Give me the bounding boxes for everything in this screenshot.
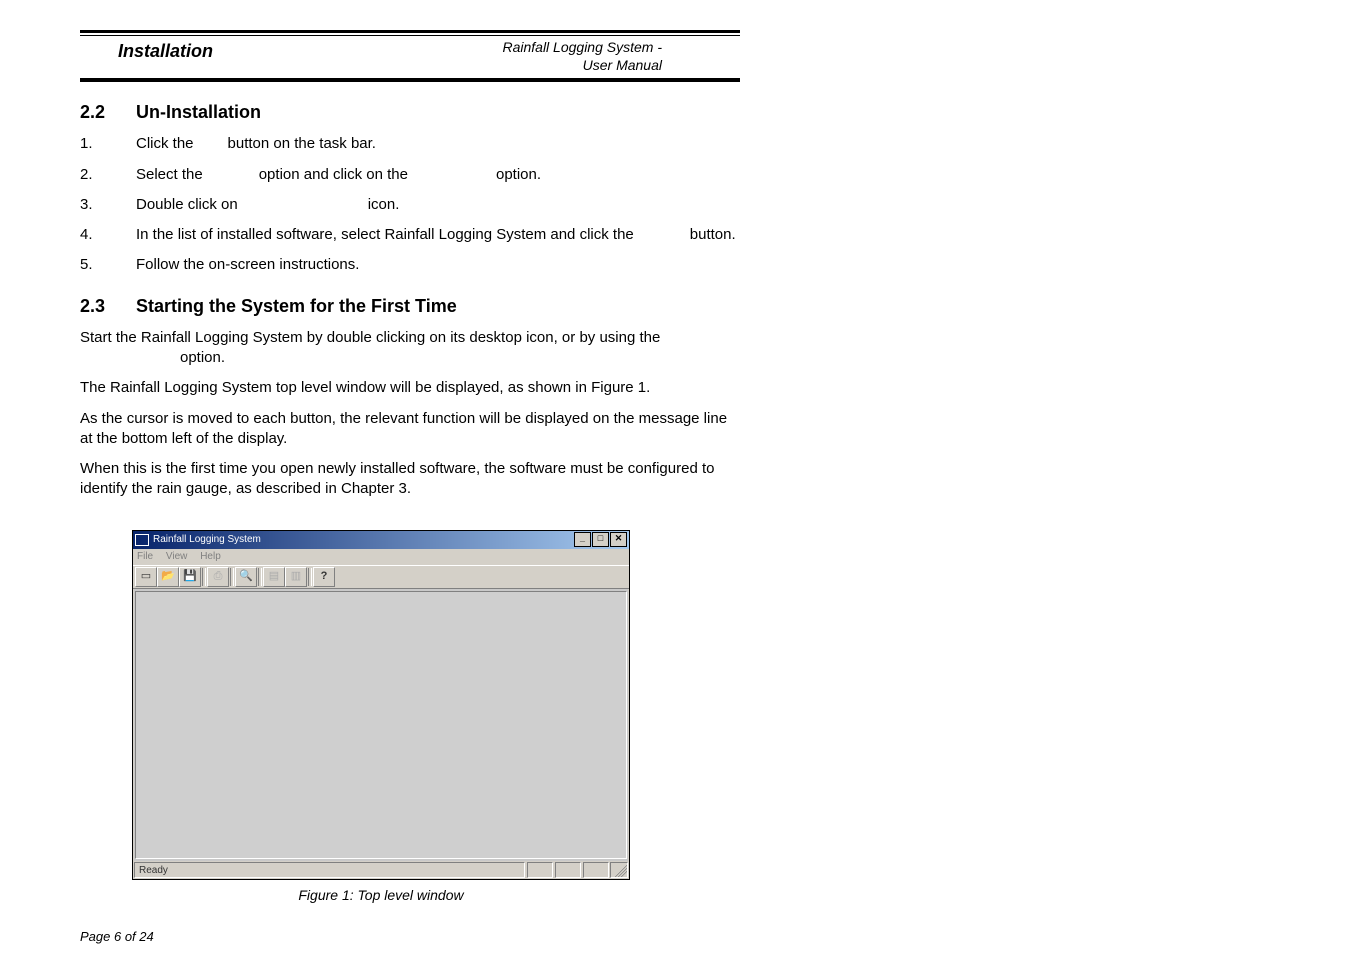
list-item: 1. Click the button on the task bar. — [80, 134, 740, 154]
text-fragment: option. — [496, 166, 541, 183]
text-fragment: button on the task bar. — [228, 135, 376, 152]
toolbar-separator — [202, 568, 206, 586]
menu-help[interactable]: Help — [200, 551, 221, 562]
status-cell — [527, 862, 553, 878]
page-header: Installation Rainfall Logging System - U… — [80, 36, 740, 78]
paragraph: Start the Rainfall Logging System by dou… — [80, 328, 740, 369]
list-item: 2. Select the option and click on the opti… — [80, 165, 740, 185]
app-window: Rainfall Logging System _ □ ✕ File View … — [132, 530, 630, 880]
text-fragment: Select the — [136, 166, 203, 183]
figure-caption: Figure 1: Top level window — [132, 886, 630, 905]
text-fragment: option and click on the — [259, 166, 408, 183]
text-fragment: Start the Rainfall Logging System by dou… — [80, 329, 660, 346]
paragraph: As the cursor is moved to each button, t… — [80, 409, 740, 450]
step-number: 5. — [80, 255, 136, 275]
print-icon[interactable]: ⎙ — [207, 567, 229, 587]
section-title: Un-Installation — [136, 100, 261, 124]
save-icon[interactable]: 💾 — [179, 567, 201, 587]
status-text: Ready — [134, 862, 525, 878]
menu-file[interactable]: File — [137, 551, 153, 562]
step-text: Double click on icon. — [136, 195, 740, 215]
step-number: 1. — [80, 134, 136, 154]
step-number: 2. — [80, 165, 136, 185]
preview-icon[interactable]: 🔍 — [235, 567, 257, 587]
step-text: Follow the on-screen instructions. — [136, 255, 740, 275]
app-icon — [135, 534, 149, 546]
page-content: 2.2 Un-Installation 1. Click the button o… — [80, 84, 740, 946]
paragraph: The Rainfall Logging System top level wi… — [80, 378, 740, 398]
section-heading-2-3: 2.3 Starting the System for the First Ti… — [80, 294, 740, 318]
page-footer: Page 6 of 24 — [80, 928, 740, 946]
window-titlebar: Rainfall Logging System _ □ ✕ — [133, 531, 629, 549]
text-fragment: icon. — [368, 196, 400, 213]
step-text: Click the button on the task bar. — [136, 134, 740, 154]
list-item: 5. Follow the on-screen instructions. — [80, 255, 740, 275]
section-heading-2-2: 2.2 Un-Installation — [80, 100, 740, 124]
header-doc-title: Rainfall Logging System - User Manual — [502, 39, 738, 74]
step-number: 4. — [80, 225, 136, 245]
close-button[interactable]: ✕ — [610, 532, 627, 547]
minimize-button[interactable]: _ — [574, 532, 591, 547]
status-cell — [583, 862, 609, 878]
toolbar-separator — [258, 568, 262, 586]
step-text: Select the option and click on the option. — [136, 165, 740, 185]
new-icon[interactable]: ▭ — [135, 567, 157, 587]
toolbar-separator — [230, 568, 234, 586]
step-text: In the list of installed software, selec… — [136, 225, 740, 245]
header-section-title: Installation — [82, 39, 213, 63]
toolbar: ▭ 📂 💾 ⎙ 🔍 ▤ ▥ ? — [133, 565, 629, 589]
header-doc-title-line1: Rainfall Logging System - — [502, 39, 662, 55]
list-item: 3. Double click on icon. — [80, 195, 740, 215]
paragraph: When this is the first time you open new… — [80, 459, 740, 500]
text-fragment: Click the — [136, 135, 194, 152]
toolbar-separator — [308, 568, 312, 586]
help-icon[interactable]: ? — [313, 567, 335, 587]
header-rule-bottom — [80, 79, 740, 82]
figure-1: Rainfall Logging System _ □ ✕ File View … — [132, 530, 630, 905]
open-icon[interactable]: 📂 — [157, 567, 179, 587]
menu-bar[interactable]: File View Help — [133, 549, 629, 565]
header-rule-top — [80, 30, 740, 33]
step-number: 3. — [80, 195, 136, 215]
list-item: 4. In the list of installed software, se… — [80, 225, 740, 245]
status-bar: Ready — [133, 861, 629, 879]
table-icon[interactable]: ▥ — [285, 567, 307, 587]
section-number: 2.3 — [80, 294, 136, 318]
header-doc-title-line2: User Manual — [583, 57, 662, 73]
window-client-area — [135, 591, 627, 859]
uninstall-steps: 1. Click the button on the task bar. 2. S… — [80, 134, 740, 275]
text-fragment: Double click on — [136, 196, 238, 213]
menu-view[interactable]: View — [166, 551, 188, 562]
window-title: Rainfall Logging System — [153, 533, 573, 547]
chart-icon[interactable]: ▤ — [263, 567, 285, 587]
text-fragment: In the list of installed software, selec… — [136, 226, 634, 243]
text-fragment: button. — [690, 226, 736, 243]
section-number: 2.2 — [80, 100, 136, 124]
maximize-button[interactable]: □ — [592, 532, 609, 547]
section-title: Starting the System for the First Time — [136, 294, 457, 318]
resize-grip-icon[interactable] — [610, 862, 628, 878]
text-fragment: option. — [180, 349, 225, 366]
status-cell — [555, 862, 581, 878]
